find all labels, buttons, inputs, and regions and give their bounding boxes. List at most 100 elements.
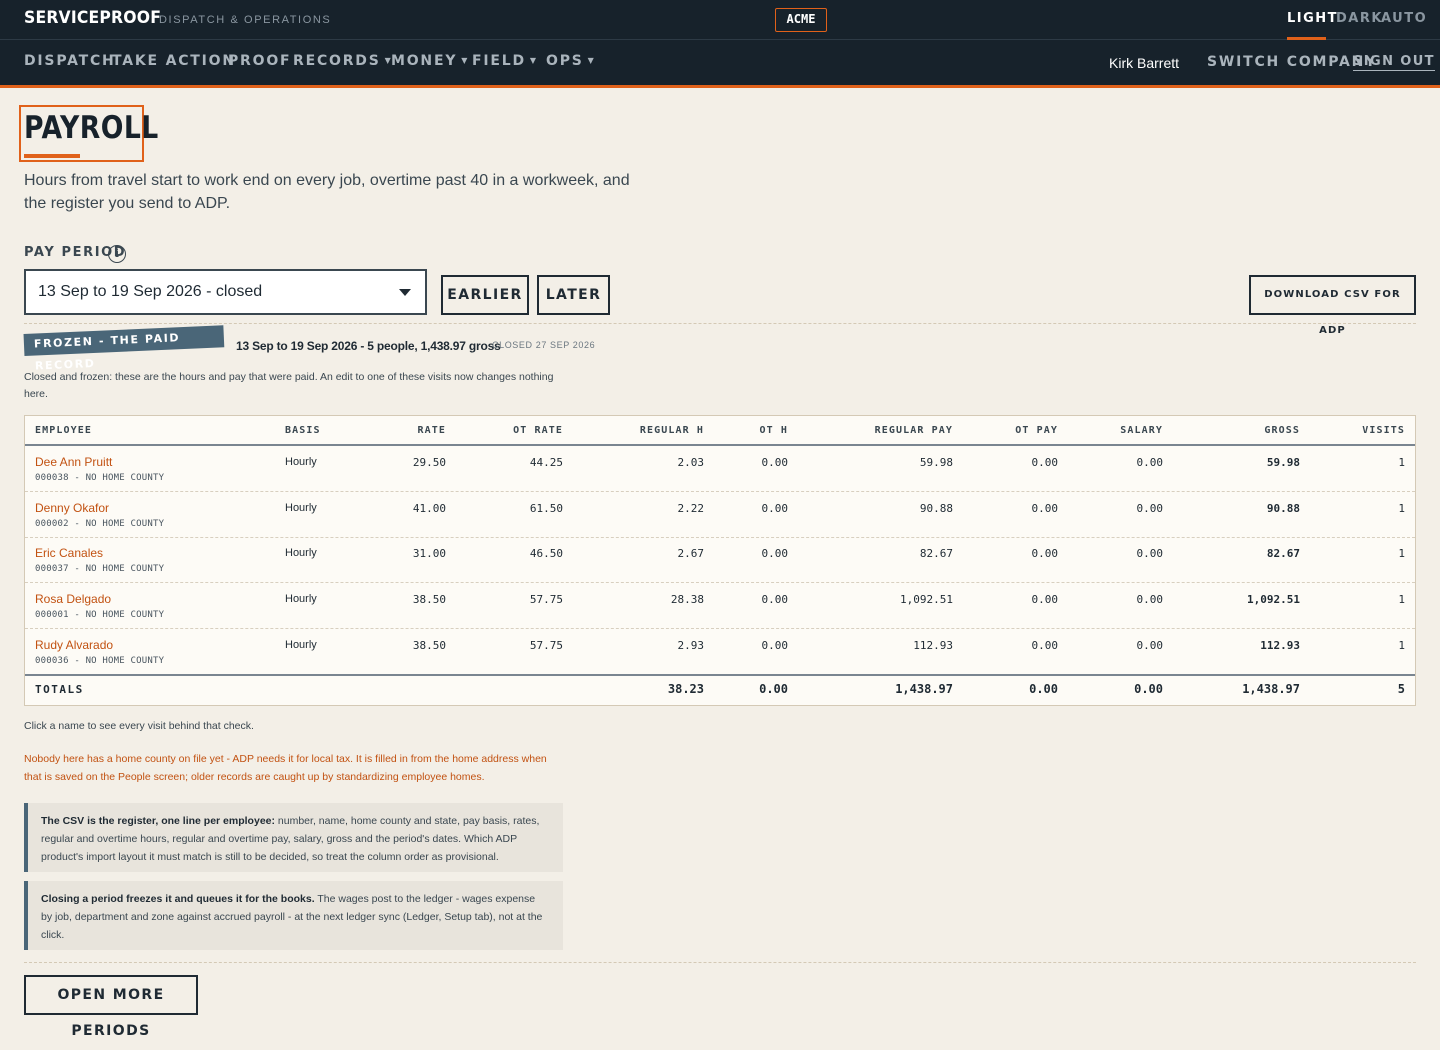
page-description: Hours from travel start to work end on e… — [24, 172, 630, 212]
cell-ot-rate: 46.50 — [529, 547, 563, 560]
cell-ot-rate: 57.75 — [529, 639, 563, 652]
employee-name-link[interactable]: Dee Ann Pruitt — [35, 455, 112, 469]
cell-ot-rate: 61.50 — [529, 502, 563, 515]
col-salary: SALARY — [1120, 425, 1163, 436]
col-employee: EMPLOYEE — [35, 425, 92, 436]
theme-auto-button[interactable]: AUTO — [1381, 11, 1427, 26]
cell-ot-h: 0.00 — [761, 547, 789, 560]
employee-id: 000036 - NO HOME COUNTY — [35, 656, 165, 666]
employee-name-link[interactable]: Eric Canales — [35, 546, 103, 560]
table-row: Dee Ann Pruitt 000038 - NO HOME COUNTY H… — [25, 446, 1415, 492]
cell-gross: 59.98 — [1266, 456, 1300, 469]
table-row: Rosa Delgado 000001 - NO HOME COUNTY Hou… — [25, 583, 1415, 629]
info-icon[interactable]: i — [108, 245, 126, 263]
cell-rate: 41.00 — [412, 502, 446, 515]
cell-visits: 1 — [1398, 547, 1405, 560]
table-row: Rudy Alvarado 000036 - NO HOME COUNTY Ho… — [25, 629, 1415, 675]
cell-basis: Hourly — [285, 639, 317, 651]
nav-field[interactable]: FIELD ▼ — [472, 53, 538, 69]
nav-take-action[interactable]: TAKE ACTION — [112, 53, 236, 69]
cell-salary: 0.00 — [1136, 502, 1164, 515]
employee-id: 000001 - NO HOME COUNTY — [35, 610, 165, 620]
later-button[interactable]: LATER — [537, 275, 610, 315]
employee-name-link[interactable]: Rudy Alvarado — [35, 638, 113, 652]
frozen-summary: 13 Sep to 19 Sep 2026 - 5 people, 1,438.… — [236, 339, 501, 353]
cell-regular-pay: 90.88 — [919, 502, 953, 515]
cell-gross: 1,092.51 — [1247, 593, 1300, 606]
open-more-periods-button[interactable]: OPEN MORE PERIODS — [24, 975, 198, 1039]
nav-proof[interactable]: PROOF — [228, 53, 291, 69]
cell-ot-h: 0.00 — [761, 593, 789, 606]
nav-money[interactable]: MONEY ▼ — [391, 53, 469, 69]
total-regular-pay: 1,438.97 — [895, 682, 953, 696]
table-row: Eric Canales 000037 - NO HOME COUNTY Hou… — [25, 537, 1415, 583]
cell-ot-h: 0.00 — [761, 502, 789, 515]
cell-basis: Hourly — [285, 593, 317, 605]
csv-note: The CSV is the register, one line per em… — [24, 803, 563, 872]
cell-gross: 112.93 — [1260, 639, 1300, 652]
cell-regular-pay: 59.98 — [919, 456, 953, 469]
employee-id: 000038 - NO HOME COUNTY — [35, 473, 165, 483]
cell-basis: Hourly — [285, 502, 317, 514]
cell-visits: 1 — [1398, 639, 1405, 652]
employee-name-link[interactable]: Rosa Delgado — [35, 592, 111, 606]
cell-rate: 38.50 — [412, 593, 446, 606]
pay-period-select[interactable]: 13 Sep to 19 Sep 2026 - closed — [24, 269, 427, 315]
total-visits: 5 — [1397, 682, 1405, 696]
note-heading: Closing a period freezes it and queues i… — [41, 893, 315, 905]
cell-gross: 82.67 — [1266, 547, 1300, 560]
sign-out-link[interactable]: SIGN OUT — [1353, 54, 1435, 71]
cell-visits: 1 — [1398, 593, 1405, 606]
note-heading: The CSV is the register, one line per em… — [41, 815, 275, 827]
earlier-button[interactable]: EARLIER — [441, 275, 529, 315]
cell-visits: 1 — [1398, 456, 1405, 469]
nav-dispatch[interactable]: DISPATCH — [24, 53, 116, 69]
frozen-badge: FROZEN - THE PAID RECORD — [23, 325, 225, 373]
chevron-down-icon: ▼ — [587, 56, 596, 65]
cell-salary: 0.00 — [1136, 547, 1164, 560]
col-rate: RATE — [417, 425, 446, 436]
top-bar: SERVICEPROOF DISPATCH & OPERATIONS ACME … — [0, 0, 1440, 40]
cell-ot-h: 0.00 — [761, 456, 789, 469]
page-title: PAYROLL — [24, 110, 159, 146]
current-user: Kirk Barrett — [1109, 55, 1180, 71]
closed-date: CLOSED 27 SEP 2026 — [492, 340, 596, 350]
brand-subtitle: DISPATCH & OPERATIONS — [159, 14, 332, 26]
employee-name-link[interactable]: Denny Okafor — [35, 501, 109, 515]
cell-ot-pay: 0.00 — [1031, 547, 1059, 560]
total-ot-h: 0.00 — [759, 682, 788, 696]
nav-records[interactable]: RECORDS ▼ — [293, 53, 393, 69]
title-underline — [24, 154, 80, 158]
nav-ops[interactable]: OPS ▼ — [546, 53, 596, 69]
cell-gross: 90.88 — [1266, 502, 1300, 515]
total-ot-pay: 0.00 — [1029, 682, 1058, 696]
col-regular-pay: REGULAR PAY — [874, 425, 953, 436]
total-salary: 0.00 — [1134, 682, 1163, 696]
col-visits: VISITS — [1362, 425, 1405, 436]
cell-ot-rate: 57.75 — [529, 593, 563, 606]
table-hint: Click a name to see every visit behind t… — [24, 720, 254, 732]
cell-salary: 0.00 — [1136, 593, 1164, 606]
cell-regular-pay: 112.93 — [913, 639, 953, 652]
col-basis: BASIS — [285, 425, 321, 436]
cell-basis: Hourly — [285, 456, 317, 468]
cell-basis: Hourly — [285, 547, 317, 559]
cell-ot-rate: 44.25 — [529, 456, 563, 469]
cell-rate: 29.50 — [412, 456, 446, 469]
cell-rate: 38.50 — [412, 639, 446, 652]
total-gross: 1,438.97 — [1242, 682, 1300, 696]
main-nav: DISPATCH TAKE ACTION PROOF RECORDS ▼ MONE… — [0, 40, 1440, 88]
theme-light-button[interactable]: LIGHT — [1287, 11, 1338, 26]
col-ot-pay: OT PAY — [1015, 425, 1058, 436]
totals-rule — [25, 674, 1415, 676]
chevron-down-icon: ▼ — [529, 56, 538, 65]
chevron-down-icon: ▼ — [461, 56, 470, 65]
switch-company-button[interactable]: SWITCH COMPANY — [1207, 54, 1377, 70]
company-badge[interactable]: ACME — [775, 8, 827, 32]
theme-dark-button[interactable]: DARK — [1336, 11, 1383, 26]
totals-label: TOTALS — [35, 683, 84, 696]
employee-id: 000037 - NO HOME COUNTY — [35, 564, 165, 574]
brand-logo[interactable]: SERVICEPROOF — [24, 8, 161, 28]
cell-ot-pay: 0.00 — [1031, 456, 1059, 469]
download-csv-button[interactable]: DOWNLOAD CSV FOR ADP — [1249, 275, 1416, 336]
